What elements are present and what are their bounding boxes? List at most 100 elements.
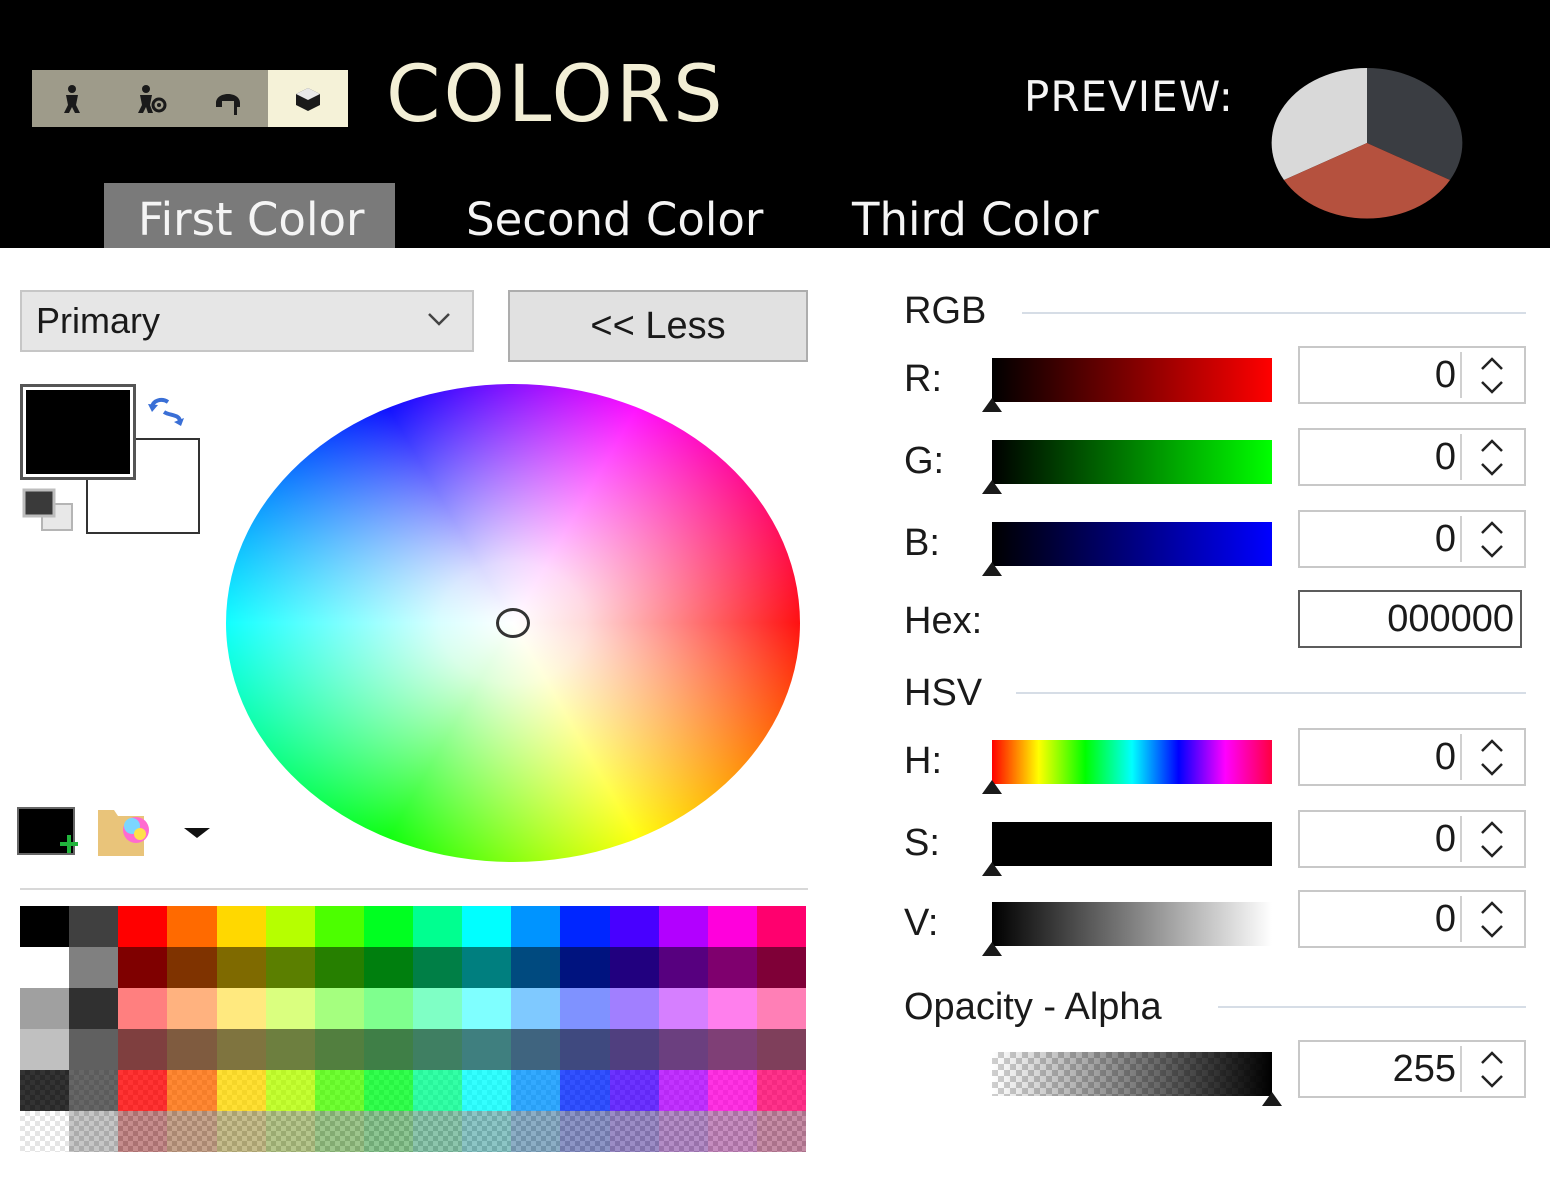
palette-swatch[interactable] — [118, 1029, 168, 1070]
palette-swatch[interactable] — [363, 1029, 413, 1070]
palette-swatch[interactable] — [265, 988, 315, 1029]
palette-swatch[interactable] — [216, 1111, 266, 1152]
palette-swatch[interactable] — [265, 1070, 315, 1111]
palette-swatch[interactable] — [707, 947, 757, 988]
palette-swatch[interactable] — [363, 988, 413, 1029]
palette-swatch[interactable] — [658, 1070, 708, 1111]
palette-menu-arrow-icon[interactable] — [180, 822, 214, 842]
palette-swatch[interactable] — [314, 1070, 364, 1111]
red-slider[interactable] — [982, 358, 1272, 412]
palette-swatch[interactable] — [314, 947, 364, 988]
less-button[interactable]: << Less — [508, 290, 808, 362]
saturation-slider-thumb[interactable] — [982, 862, 1002, 876]
hue-decrement-button[interactable] — [1462, 757, 1522, 780]
green-increment-button[interactable] — [1462, 434, 1522, 457]
tab-third-color[interactable]: Third Color — [818, 183, 1129, 248]
add-color-icon[interactable] — [16, 804, 80, 860]
palette-swatch[interactable] — [707, 906, 757, 947]
hue-slider[interactable] — [982, 740, 1272, 794]
saturation-decrement-button[interactable] — [1462, 839, 1522, 862]
blue-slider[interactable] — [982, 522, 1272, 576]
alpha-increment-button[interactable] — [1462, 1046, 1522, 1069]
palette-swatch[interactable] — [69, 906, 119, 947]
palette-swatch[interactable] — [756, 947, 806, 988]
palette-swatch[interactable] — [413, 988, 463, 1029]
palette-swatch[interactable] — [69, 1111, 119, 1152]
palette-swatch[interactable] — [167, 1070, 217, 1111]
palette-swatch[interactable] — [658, 906, 708, 947]
value-increment-button[interactable] — [1462, 896, 1522, 919]
palette-swatch[interactable] — [20, 1111, 70, 1152]
palette-swatch[interactable] — [118, 1070, 168, 1111]
palette-swatch[interactable] — [560, 947, 610, 988]
alpha-slider[interactable] — [992, 1052, 1282, 1106]
palette-swatch[interactable] — [413, 906, 463, 947]
hue-increment-button[interactable] — [1462, 734, 1522, 757]
palette-swatch[interactable] — [69, 988, 119, 1029]
green-input[interactable] — [1304, 434, 1456, 480]
red-decrement-button[interactable] — [1462, 375, 1522, 398]
swap-colors-icon[interactable] — [144, 392, 186, 428]
blue-increment-button[interactable] — [1462, 516, 1522, 539]
palette-swatch[interactable] — [560, 1111, 610, 1152]
red-slider-thumb[interactable] — [982, 398, 1002, 412]
palette-swatch[interactable] — [265, 947, 315, 988]
palette-swatch[interactable] — [658, 1111, 708, 1152]
palette-swatch[interactable] — [118, 906, 168, 947]
reset-colors-icon[interactable] — [20, 486, 82, 536]
palette-swatch[interactable] — [756, 1111, 806, 1152]
palette-swatch[interactable] — [707, 1029, 757, 1070]
palette-swatch[interactable] — [413, 947, 463, 988]
palette-swatch[interactable] — [69, 1070, 119, 1111]
palette-swatch[interactable] — [265, 906, 315, 947]
palette-swatch[interactable] — [756, 906, 806, 947]
palette-swatch[interactable] — [216, 906, 266, 947]
alpha-slider-thumb[interactable] — [1262, 1092, 1282, 1106]
palette-swatch[interactable] — [511, 1070, 561, 1111]
palette-swatch[interactable] — [609, 1111, 659, 1152]
palette-swatch[interactable] — [314, 1029, 364, 1070]
blue-slider-thumb[interactable] — [982, 562, 1002, 576]
palette-swatch[interactable] — [413, 1029, 463, 1070]
palette-swatch[interactable] — [707, 1070, 757, 1111]
palette-swatch[interactable] — [167, 906, 217, 947]
step-dye-pot[interactable] — [268, 70, 348, 127]
palette-swatch[interactable] — [462, 1111, 512, 1152]
value-input[interactable] — [1304, 896, 1456, 942]
palette-swatch[interactable] — [658, 1029, 708, 1070]
saturation-slider[interactable] — [982, 822, 1272, 876]
palette-swatch[interactable] — [462, 906, 512, 947]
tab-second-color[interactable]: Second Color — [432, 183, 793, 248]
blue-decrement-button[interactable] — [1462, 539, 1522, 562]
red-input[interactable] — [1304, 352, 1456, 398]
color-wheel-area[interactable] — [226, 384, 800, 862]
hue-input[interactable] — [1304, 734, 1456, 780]
palette-swatch[interactable] — [167, 947, 217, 988]
palette-swatch[interactable] — [756, 1029, 806, 1070]
palette-swatch[interactable] — [314, 906, 364, 947]
palette-swatch[interactable] — [560, 988, 610, 1029]
green-slider-thumb[interactable] — [982, 480, 1002, 494]
palette-swatch[interactable] — [658, 988, 708, 1029]
palette-swatch[interactable] — [20, 947, 70, 988]
palette-swatch[interactable] — [756, 1070, 806, 1111]
blue-input[interactable] — [1304, 516, 1456, 562]
palette-swatch[interactable] — [167, 1111, 217, 1152]
step-character-settings[interactable] — [110, 70, 190, 127]
green-decrement-button[interactable] — [1462, 457, 1522, 480]
palette-swatch[interactable] — [756, 988, 806, 1029]
alpha-decrement-button[interactable] — [1462, 1069, 1522, 1092]
palette-swatch[interactable] — [118, 947, 168, 988]
palette-swatch[interactable] — [363, 947, 413, 988]
palette-swatch[interactable] — [265, 1111, 315, 1152]
palette-swatch[interactable] — [609, 947, 659, 988]
palette-swatch[interactable] — [707, 988, 757, 1029]
palette-swatch[interactable] — [707, 1111, 757, 1152]
primary-color-swatch[interactable] — [20, 384, 136, 480]
palette-swatch[interactable] — [609, 906, 659, 947]
green-slider[interactable] — [982, 440, 1272, 494]
palette-swatch[interactable] — [609, 1029, 659, 1070]
palette-swatch[interactable] — [20, 906, 70, 947]
palette-swatch[interactable] — [118, 1111, 168, 1152]
palette-swatch[interactable] — [216, 988, 266, 1029]
